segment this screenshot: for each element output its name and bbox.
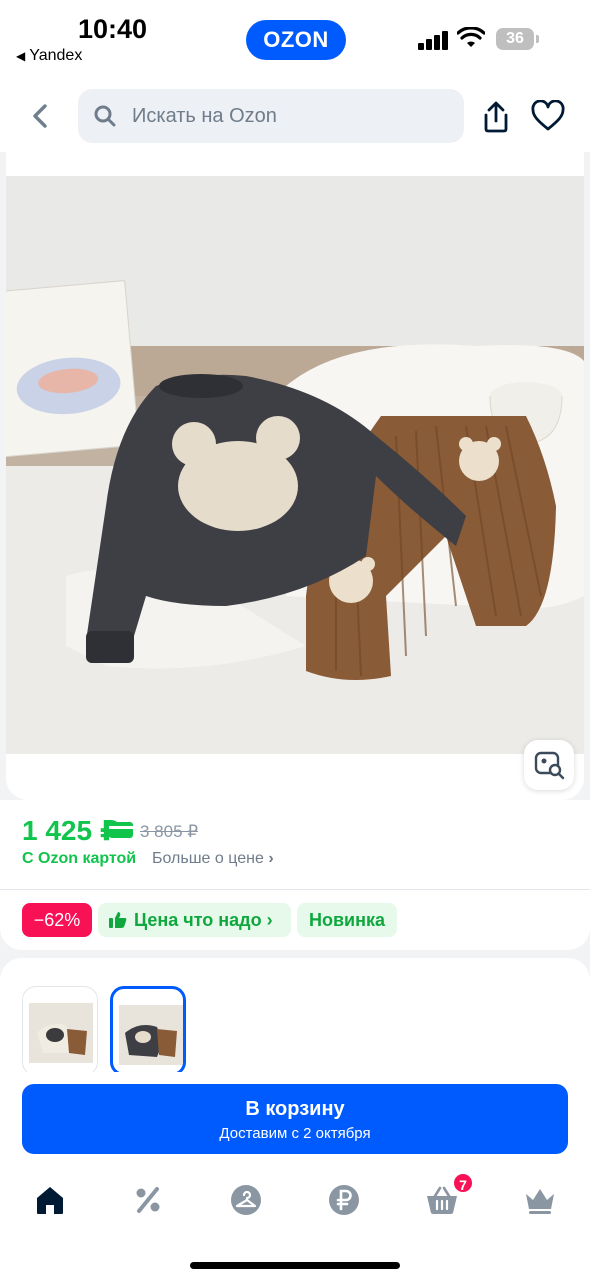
variant-photo bbox=[29, 1003, 93, 1063]
home-indicator bbox=[190, 1262, 400, 1269]
new-badge: Новинка bbox=[297, 903, 397, 937]
search-placeholder: Искать на Ozon bbox=[132, 105, 277, 127]
heart-icon[interactable] bbox=[530, 100, 566, 132]
image-search-icon bbox=[534, 751, 565, 780]
good-price-label: Цена что надо bbox=[134, 910, 262, 930]
delivery-date: Доставим с 2 октября bbox=[219, 1125, 371, 1142]
back-to-app-link[interactable]: ◀ Yandex bbox=[16, 47, 82, 65]
back-triangle-icon: ◀ bbox=[16, 49, 26, 63]
old-price: 3 805 ₽ bbox=[140, 822, 199, 841]
variant-thumbnail[interactable] bbox=[22, 986, 98, 1076]
wifi-icon bbox=[457, 27, 485, 47]
thumbs-up-icon bbox=[109, 912, 127, 928]
search-header: Искать на Ozon bbox=[0, 80, 590, 152]
add-to-cart-label: В корзину bbox=[245, 1098, 345, 1120]
product-photo bbox=[6, 176, 584, 754]
badge-row: −62% Цена что надо › Новинка bbox=[0, 890, 590, 950]
ozon-card-icon bbox=[109, 822, 133, 838]
percent-icon[interactable] bbox=[130, 1182, 166, 1218]
product-gallery[interactable] bbox=[6, 152, 584, 800]
good-price-badge[interactable]: Цена что надо › bbox=[98, 903, 291, 937]
price-section: 1 425 ₽ 3 805 ₽ С Ozon картой Больше о ц… bbox=[0, 800, 590, 890]
share-icon[interactable] bbox=[480, 100, 512, 134]
hanger-icon[interactable] bbox=[228, 1182, 264, 1218]
cart-count-badge: 7 bbox=[452, 1172, 474, 1194]
battery-tip bbox=[536, 35, 539, 43]
ozon-card-label[interactable]: С Ozon картой bbox=[22, 850, 136, 868]
app-pill: OZON bbox=[246, 20, 346, 60]
crown-icon[interactable] bbox=[522, 1182, 558, 1218]
variant-photo bbox=[119, 1005, 183, 1065]
more-price-label: Больше о цене bbox=[152, 850, 264, 867]
status-time: 10:40 bbox=[78, 14, 148, 44]
home-icon[interactable] bbox=[32, 1182, 68, 1218]
add-to-cart-button[interactable]: В корзину Доставим с 2 октября bbox=[22, 1084, 568, 1154]
discount-badge: −62% bbox=[22, 903, 92, 937]
add-to-cart-area: В корзину Доставим с 2 октября bbox=[0, 1072, 590, 1164]
back-icon[interactable] bbox=[24, 98, 56, 134]
chevron-right-icon: › bbox=[268, 850, 274, 867]
variant-thumbnail-selected[interactable] bbox=[110, 986, 186, 1076]
search-input[interactable]: Искать на Ozon bbox=[78, 89, 464, 143]
chevron-right-icon: › bbox=[266, 910, 273, 930]
signal-icon bbox=[418, 30, 450, 50]
battery-indicator: 36 bbox=[496, 28, 534, 50]
current-price: 1 425 ₽ bbox=[22, 815, 120, 846]
bottom-tab-bar: 7 bbox=[0, 1164, 590, 1280]
more-price-link[interactable]: Больше о цене › bbox=[152, 850, 274, 868]
ruble-icon[interactable] bbox=[326, 1182, 362, 1218]
status-bar: 10:40 ◀ Yandex OZON 36 bbox=[0, 0, 590, 80]
color-variants bbox=[0, 958, 590, 1088]
visual-search-button[interactable] bbox=[524, 740, 574, 790]
back-app-label: Yandex bbox=[29, 47, 83, 64]
search-icon bbox=[94, 105, 116, 127]
